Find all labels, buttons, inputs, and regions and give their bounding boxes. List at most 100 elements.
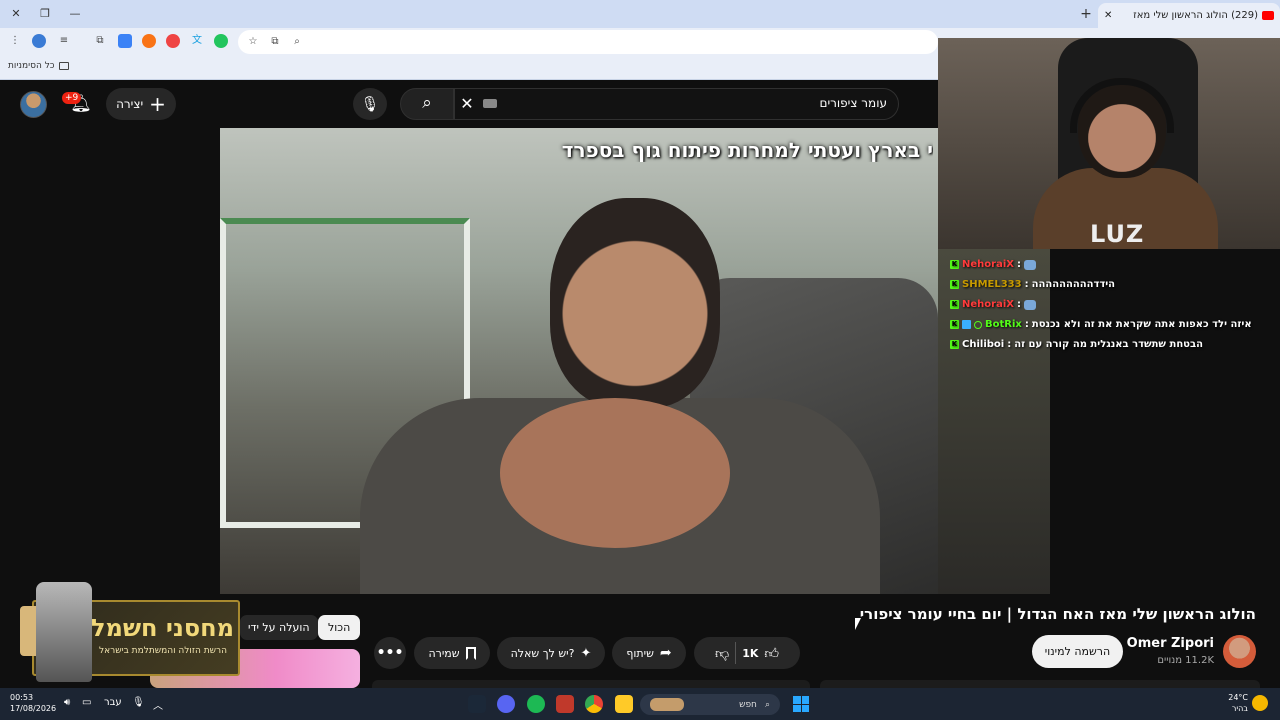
ask-button[interactable]: יש לך שאלה? ✦ xyxy=(497,637,605,669)
mic-tray-icon[interactable]: 🎙︎ xyxy=(132,697,145,708)
search-button[interactable]: ⌕ xyxy=(400,88,454,120)
moderator-badge-icon xyxy=(962,320,971,329)
chat-separator: : xyxy=(1007,339,1012,350)
share-icon: ➦ xyxy=(659,645,672,661)
filter-chip-all[interactable]: הכול xyxy=(318,615,361,640)
subscriber-count: 11.2K מנויים xyxy=(1157,655,1214,666)
chat-line: K BotRix : איזה ילד כאפות אתה שקראת את ז… xyxy=(950,319,1275,330)
emote-icon xyxy=(1023,259,1036,270)
voice-search-mic-icon[interactable]: 🎙︎ xyxy=(353,88,387,120)
language-indicator[interactable]: עבר xyxy=(104,697,122,708)
chrome-app-icon[interactable] xyxy=(585,695,603,713)
like-count[interactable]: 1K xyxy=(742,647,758,660)
zoom-icon[interactable]: ⌕ xyxy=(290,35,304,49)
description-panel-edge xyxy=(820,680,1260,688)
chat-line: K NehoraiX : xyxy=(950,259,1275,270)
weather-description: בהיר xyxy=(1231,704,1248,713)
taskbar-search[interactable]: חפש ⌕ xyxy=(640,694,780,715)
video-player[interactable] xyxy=(220,128,938,594)
install-app-icon[interactable]: ⧉ xyxy=(268,35,282,49)
steam-app-icon[interactable] xyxy=(468,695,486,713)
minimize-window-icon[interactable]: — xyxy=(67,6,83,22)
browser-menu-icon[interactable]: ⋮ xyxy=(8,34,22,48)
bookmark-icon xyxy=(465,646,476,660)
search-icon: ⌕ xyxy=(764,699,770,710)
video-scene-hand xyxy=(500,398,730,548)
clear-search-icon[interactable]: ✕ xyxy=(458,94,476,113)
extensions-icon[interactable]: ⧉ xyxy=(93,34,107,48)
kick-badge-icon: K xyxy=(950,340,959,349)
taskbar-clock[interactable]: 00:53 17/08/2026 xyxy=(10,692,56,714)
weather-moon-icon xyxy=(1252,695,1268,711)
create-button[interactable]: יצירה + xyxy=(106,88,176,120)
youtube-favicon-icon xyxy=(1262,11,1274,20)
notifications-badge: +9 xyxy=(62,92,82,104)
extension-1-icon[interactable] xyxy=(118,34,132,48)
channel-name[interactable]: Omer Zipori xyxy=(1110,636,1214,651)
file-explorer-app-icon[interactable] xyxy=(615,695,633,713)
chat-message: הבטחת שתשדר באנגלית מה קורה עם זה xyxy=(1014,339,1203,350)
network-icon[interactable]: ▭ xyxy=(82,697,91,708)
save-button[interactable]: שמירה xyxy=(414,637,490,669)
new-tab-button[interactable]: + xyxy=(1078,6,1094,22)
chat-username: SHMEL333 xyxy=(962,279,1022,290)
reading-list-icon[interactable]: ≡ xyxy=(57,34,71,48)
chat-separator: : xyxy=(1016,299,1021,310)
extension-3-icon[interactable] xyxy=(166,34,180,48)
red-app-icon[interactable] xyxy=(556,695,574,713)
chat-username: NehoraiX xyxy=(962,259,1014,270)
mouse-cursor-icon xyxy=(855,618,861,630)
translate-icon[interactable]: 文 xyxy=(190,34,204,48)
like-dislike-group: 👎︎ 1K 👍︎ xyxy=(694,637,800,669)
save-label: שמירה xyxy=(428,646,460,660)
account-avatar[interactable] xyxy=(20,91,47,118)
video-burned-caption: י בארץ ועטתי למחרות פיתוח גוף בספרד xyxy=(561,138,933,162)
extension-4-icon[interactable] xyxy=(214,34,228,48)
clock-time: 00:53 xyxy=(10,693,34,702)
spotify-app-icon[interactable] xyxy=(527,695,545,713)
all-bookmarks-label: כל הסימניות xyxy=(8,61,55,71)
volume-icon[interactable]: 🔊︎ xyxy=(64,697,70,708)
share-button[interactable]: שיתוף ➦ xyxy=(612,637,686,669)
kick-badge-icon: K xyxy=(950,280,959,289)
close-window-icon[interactable]: ✕ xyxy=(8,6,24,22)
sparkle-icon: ✦ xyxy=(580,645,592,661)
bookmark-star-icon[interactable]: ☆ xyxy=(246,35,260,49)
video-scene-person-head xyxy=(550,198,720,408)
shirt-logo: LUZ xyxy=(1090,220,1145,248)
channel-avatar[interactable] xyxy=(1223,635,1256,668)
ask-label: יש לך שאלה? xyxy=(510,646,575,660)
profile-icon[interactable] xyxy=(32,34,46,48)
more-actions-icon[interactable]: ••• xyxy=(374,637,406,669)
folder-icon xyxy=(58,62,69,70)
taskbar-search-label: חפש xyxy=(739,699,757,710)
all-bookmarks-button[interactable]: כל הסימניות xyxy=(8,61,69,71)
discord-app-icon[interactable] xyxy=(497,695,515,713)
emote-icon xyxy=(1023,299,1036,310)
extension-2-icon[interactable] xyxy=(142,34,156,48)
browser-tab[interactable]: (229) הולוג הראשון שלי מאז ✕ xyxy=(1098,3,1280,28)
windows-start-icon[interactable] xyxy=(793,696,809,712)
tab-close-icon[interactable]: ✕ xyxy=(1104,10,1112,21)
tray-overflow-icon[interactable]: ︿ xyxy=(153,697,163,712)
chat-line: K NehoraiX : xyxy=(950,299,1275,310)
keyboard-icon[interactable] xyxy=(483,99,497,108)
chat-separator: : xyxy=(1016,259,1021,270)
chat-separator: : xyxy=(1024,279,1029,290)
dislike-button[interactable]: 👎︎ xyxy=(715,645,729,662)
like-divider xyxy=(735,642,737,664)
verified-icon xyxy=(974,320,982,329)
chat-username: BotRix xyxy=(985,319,1022,330)
subscribe-button[interactable]: הרשמה למינוי xyxy=(1032,635,1123,668)
maximize-window-icon[interactable]: ❐ xyxy=(37,6,53,22)
weather-widget[interactable]: 24°C בהיר xyxy=(1222,692,1248,714)
chat-message: הידדההההההההה xyxy=(1031,279,1116,290)
search-input[interactable] xyxy=(505,96,887,110)
sponsor-mascot-graphic xyxy=(36,582,92,682)
kick-badge-icon: K xyxy=(950,320,959,329)
filter-chip-uploader[interactable]: הועלה על ידי xyxy=(240,615,318,640)
address-bar[interactable] xyxy=(238,30,938,54)
like-icon[interactable]: 👍︎ xyxy=(764,645,779,662)
create-label: יצירה xyxy=(116,97,144,111)
tab-title: (229) הולוג הראשון שלי מאז xyxy=(1133,10,1258,21)
